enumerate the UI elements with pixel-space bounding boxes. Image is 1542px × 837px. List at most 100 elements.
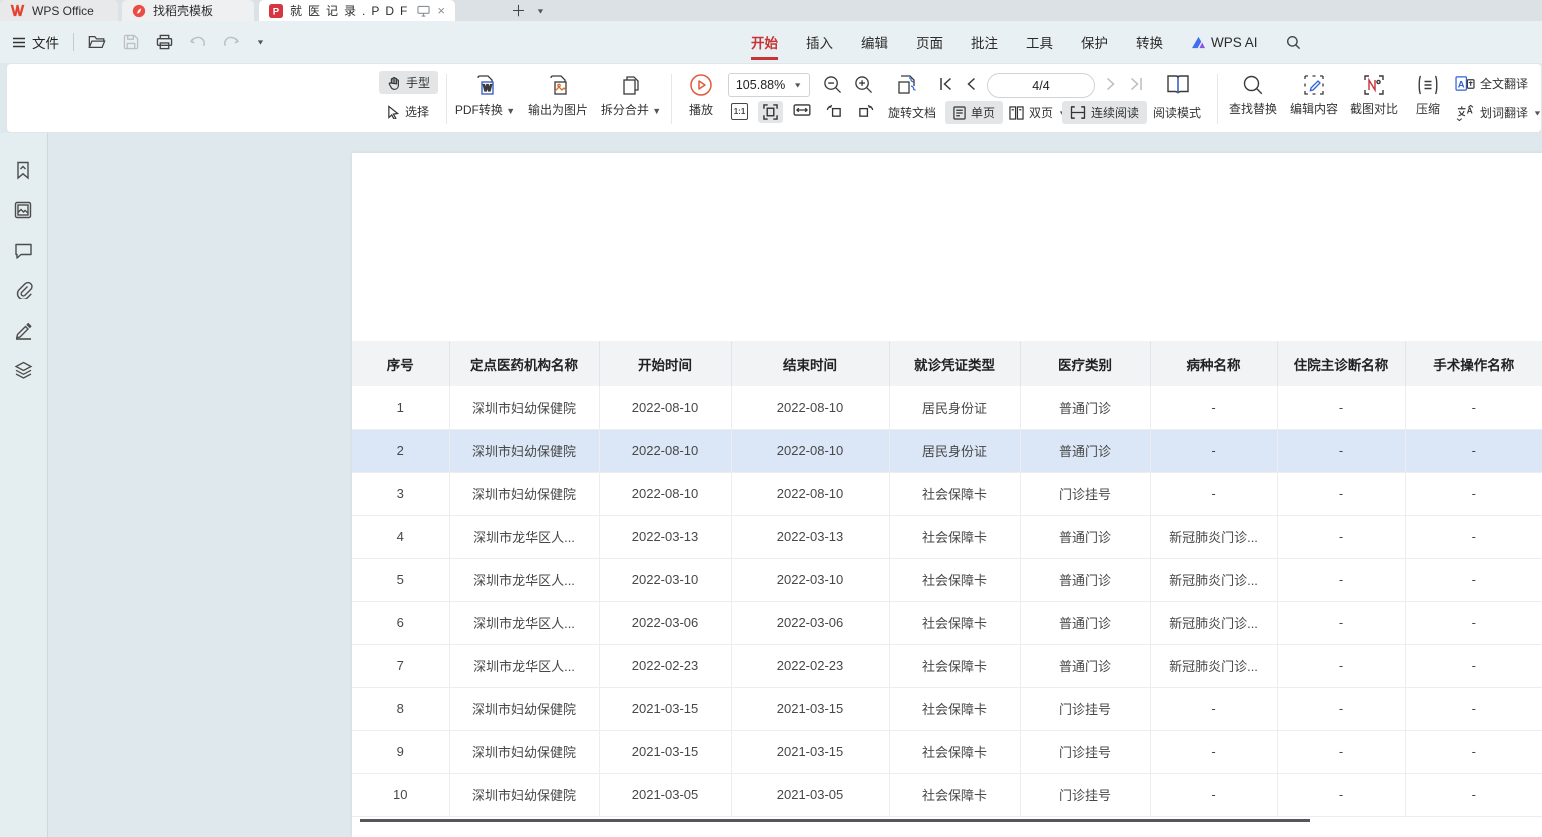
compress-icon — [1416, 74, 1440, 96]
file-menu-button[interactable]: 文件 — [12, 32, 59, 52]
full-translate-button[interactable]: A 全文翻译 — [1455, 75, 1528, 92]
menu-tab-wps-ai[interactable]: WPS AI — [1177, 21, 1272, 63]
rotate-doc-label[interactable]: 旋转文档 — [888, 104, 936, 121]
undo-icon[interactable] — [190, 35, 206, 49]
close-tab-icon[interactable]: × — [437, 3, 445, 18]
menu-tab-edit[interactable]: 编辑 — [847, 21, 902, 63]
table-row: 10深圳市妇幼保健院2021-03-052021-03-05社会保障卡门诊挂号-… — [352, 773, 1542, 816]
save-icon[interactable] — [123, 34, 139, 50]
tab-wps-office[interactable]: WPS Office — [0, 0, 118, 21]
open-file-icon[interactable] — [88, 34, 106, 50]
find-replace-button[interactable]: 查找替换 — [1223, 74, 1283, 117]
table-header-cell: 病种名称 — [1150, 341, 1277, 386]
table-cell: 普通门诊 — [1020, 386, 1150, 429]
table-cell: 2022-03-10 — [731, 558, 889, 601]
ribbon-toolbar: 手型 选择 W PDF转换 ▼ 输出为图片 拆分合并 ▼ 播放 105.88% … — [6, 63, 1542, 133]
zoom-level-select[interactable]: 105.88% ▼ — [728, 73, 810, 97]
table-cell: 2022-03-10 — [599, 558, 731, 601]
print-icon[interactable] — [156, 34, 173, 50]
compress-button[interactable]: 压缩 — [1405, 74, 1451, 117]
table-cell: 6 — [352, 601, 449, 644]
pdf-convert-icon: W — [473, 73, 497, 97]
bookmarks-icon[interactable] — [14, 161, 32, 180]
edit-content-button[interactable]: 编辑内容 — [1285, 74, 1343, 117]
menu-tab-insert[interactable]: 插入 — [792, 21, 847, 63]
annotate-pen-icon[interactable] — [14, 321, 33, 340]
table-cell: 2022-08-10 — [599, 429, 731, 472]
layers-icon[interactable] — [14, 361, 33, 380]
zoom-in-button[interactable] — [854, 75, 873, 94]
rotate-left-button[interactable] — [825, 102, 843, 119]
menu-tab-convert[interactable]: 转换 — [1122, 21, 1177, 63]
double-page-icon — [1009, 106, 1024, 120]
quickbar-more-chevron-icon[interactable]: ▼ — [256, 38, 265, 46]
word-translate-chevron-icon: ▼ — [1533, 109, 1542, 117]
zoom-out-button[interactable] — [823, 75, 842, 94]
table-cell: 居民身份证 — [889, 386, 1020, 429]
page-indicator-value: 4/4 — [1032, 79, 1049, 93]
table-cell: 居民身份证 — [889, 429, 1020, 472]
table-cell: 2021-03-05 — [599, 773, 731, 816]
play-button[interactable]: 播放 — [679, 73, 723, 118]
table-cell: 普通门诊 — [1020, 429, 1150, 472]
table-cell: 2022-02-23 — [731, 644, 889, 687]
select-tool-label: 选择 — [405, 103, 429, 120]
screenshot-compare-button[interactable]: 截图对比 — [1345, 74, 1403, 117]
attachments-icon[interactable] — [14, 281, 33, 299]
read-mode-icon[interactable] — [1165, 72, 1191, 97]
table-cell: 2021-03-15 — [599, 730, 731, 773]
table-cell: 10 — [352, 773, 449, 816]
redo-icon[interactable] — [223, 35, 239, 49]
pdf-convert-button[interactable]: W PDF转换 ▼ — [451, 73, 519, 118]
table-cell: 2022-08-10 — [731, 429, 889, 472]
first-page-button[interactable] — [939, 77, 953, 91]
read-mode-label[interactable]: 阅读模式 — [1153, 104, 1201, 121]
tab-list-chevron-icon[interactable]: ▼ — [536, 7, 545, 15]
fit-page-button[interactable] — [758, 101, 783, 123]
menu-tab-page[interactable]: 页面 — [902, 21, 957, 63]
table-cell: 2 — [352, 429, 449, 472]
menu-tab-home[interactable]: 开始 — [737, 21, 792, 63]
single-page-button[interactable]: 单页 — [945, 101, 1003, 124]
word-translate-icon: A — [1455, 104, 1475, 121]
table-cell: - — [1277, 773, 1405, 816]
page-indicator-input[interactable]: 4/4 — [987, 73, 1095, 98]
table-cell: 普通门诊 — [1020, 558, 1150, 601]
tab-document-active[interactable]: P 就医记录.PDF × — [259, 0, 455, 21]
svg-text:A: A — [1458, 79, 1465, 90]
replace-pages-button[interactable] — [895, 72, 920, 97]
table-cell: 社会保障卡 — [889, 558, 1020, 601]
continuous-read-label: 连续阅读 — [1091, 104, 1139, 121]
menu-tab-comment[interactable]: 批注 — [957, 21, 1012, 63]
present-mode-icon[interactable] — [417, 5, 430, 17]
tab-docer-templates[interactable]: 找稻壳模板 — [122, 0, 254, 21]
previous-page-button[interactable] — [965, 77, 977, 91]
table-header-cell: 序号 — [352, 341, 449, 386]
table-cell: 7 — [352, 644, 449, 687]
hand-tool-button[interactable]: 手型 — [379, 71, 438, 94]
table-cell: - — [1277, 429, 1405, 472]
fit-width-button[interactable] — [793, 104, 811, 116]
select-tool-button[interactable]: 选择 — [379, 100, 437, 123]
table-cell: 深圳市妇幼保健院 — [449, 773, 599, 816]
menu-tab-tools[interactable]: 工具 — [1012, 21, 1067, 63]
tab-label: WPS Office — [32, 4, 94, 18]
split-merge-button[interactable]: 拆分合并 ▼ — [595, 73, 667, 118]
comments-icon[interactable] — [14, 242, 33, 259]
rotate-right-button[interactable] — [857, 102, 875, 119]
export-image-button[interactable]: 输出为图片 — [521, 73, 595, 118]
table-cell: - — [1277, 558, 1405, 601]
next-page-button[interactable] — [1105, 77, 1117, 91]
last-page-button[interactable] — [1129, 77, 1143, 91]
table-cell: - — [1405, 773, 1542, 816]
word-translate-button[interactable]: A 划词翻译 ▼ — [1455, 104, 1542, 121]
actual-size-button[interactable]: 1:1 — [731, 103, 748, 120]
hand-tool-label: 手型 — [406, 74, 430, 91]
continuous-read-button[interactable]: 连续阅读 — [1062, 101, 1147, 124]
table-cell: - — [1150, 429, 1277, 472]
menu-tab-protect[interactable]: 保护 — [1067, 21, 1122, 63]
split-merge-icon — [619, 73, 643, 97]
new-tab-button[interactable]: ＋ — [511, 0, 526, 21]
thumbnails-icon[interactable] — [14, 201, 32, 219]
menu-search-icon[interactable] — [1272, 21, 1315, 63]
